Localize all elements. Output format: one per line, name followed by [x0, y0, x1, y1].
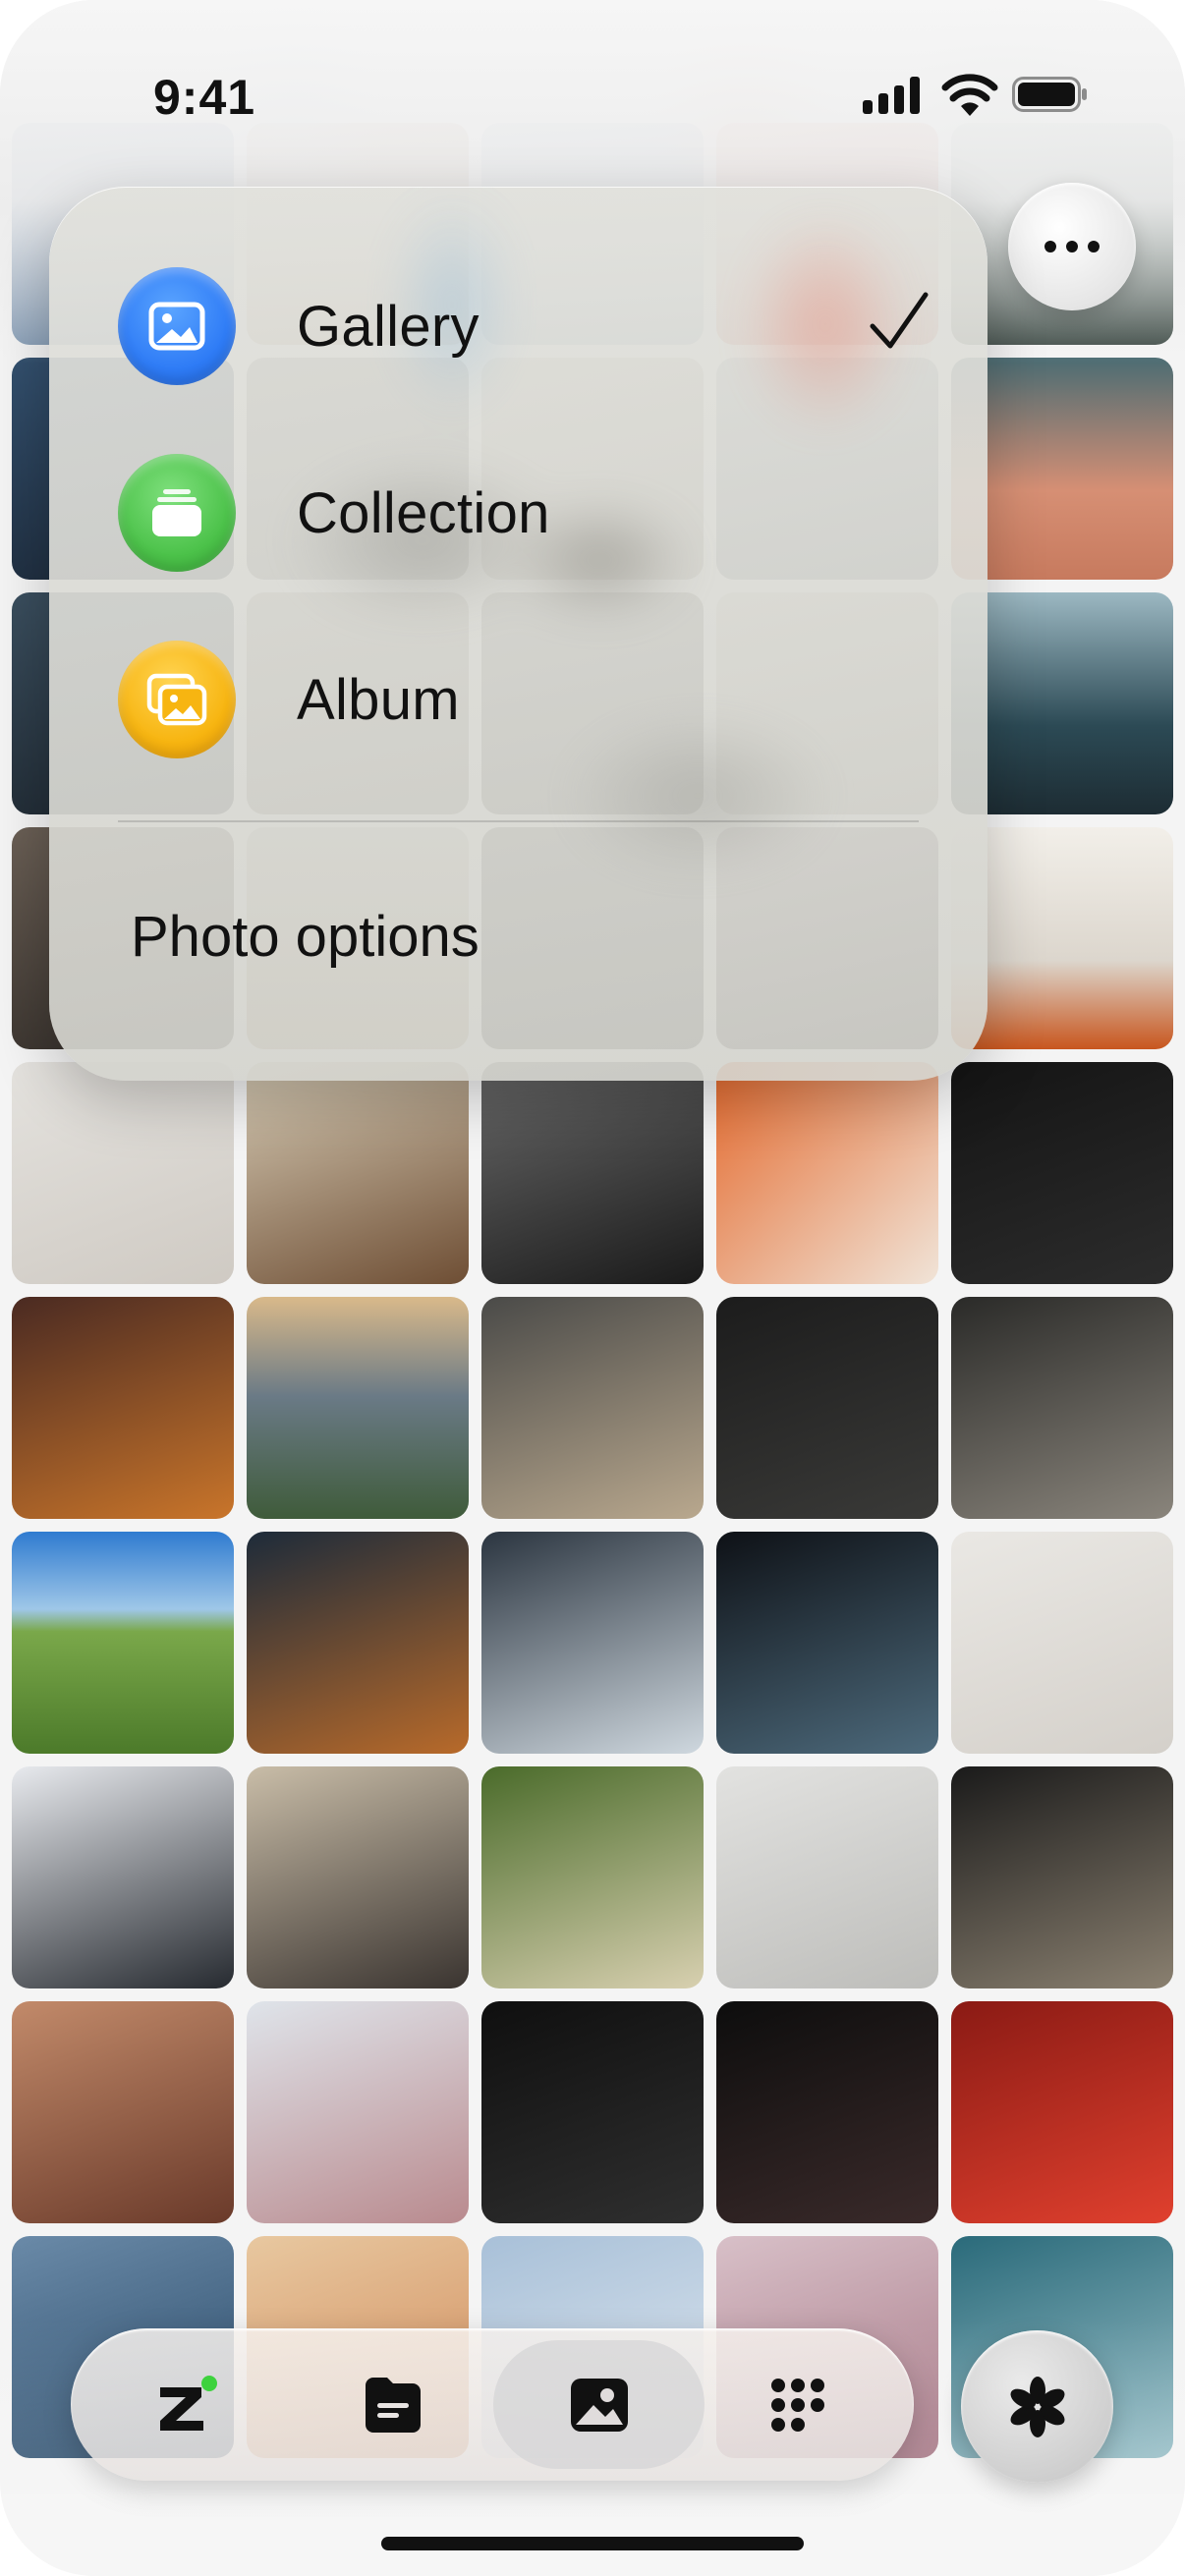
- collection-icon: [118, 454, 236, 572]
- photo-tile[interactable]: [716, 1532, 938, 1754]
- view-mode-menu: Gallery Collection Album Photo options: [49, 187, 988, 1081]
- gallery-icon: [118, 267, 236, 385]
- photo-tile[interactable]: [481, 1766, 704, 1988]
- flower-button[interactable]: [961, 2330, 1113, 2483]
- menu-item-label: Gallery: [297, 294, 480, 359]
- tab-photos[interactable]: [550, 2356, 649, 2454]
- flower-icon: [1010, 2376, 1064, 2437]
- photo-tile[interactable]: [12, 1062, 234, 1284]
- battery-icon: [1012, 77, 1087, 112]
- photo-tile[interactable]: [716, 1766, 938, 1988]
- status-bar: 9:41: [0, 0, 1185, 196]
- photo-tile[interactable]: [951, 1062, 1173, 1284]
- photo-options-item[interactable]: Photo options: [131, 904, 480, 970]
- tab-files[interactable]: [344, 2356, 442, 2454]
- menu-item-album[interactable]: Album: [118, 641, 933, 758]
- more-options-button[interactable]: [1008, 183, 1136, 310]
- menu-item-collection[interactable]: Collection: [118, 454, 933, 572]
- menu-divider: [118, 820, 919, 822]
- photo-tile[interactable]: [481, 2001, 704, 2223]
- tab-bar: [71, 2328, 914, 2481]
- grid-dots-icon: [771, 2379, 824, 2432]
- home-indicator: [381, 2537, 804, 2550]
- screen: 9:41 Gallery Collection Album Photo opti…: [0, 0, 1185, 2576]
- photo-tile[interactable]: [12, 2001, 234, 2223]
- photo-tile[interactable]: [12, 1766, 234, 1988]
- photo-icon: [571, 2379, 628, 2432]
- checkmark-icon: [870, 292, 929, 349]
- photo-tile[interactable]: [481, 1532, 704, 1754]
- cellular-signal-icon: [863, 77, 922, 114]
- photo-tile[interactable]: [247, 1062, 469, 1284]
- photo-tile[interactable]: [951, 1766, 1173, 1988]
- document-icon: [366, 2378, 421, 2433]
- tab-apps[interactable]: [749, 2356, 847, 2454]
- photo-tile[interactable]: [951, 1297, 1173, 1519]
- photo-tile[interactable]: [247, 2001, 469, 2223]
- photo-tile[interactable]: [716, 1297, 938, 1519]
- photo-tile[interactable]: [716, 1062, 938, 1284]
- menu-item-label: Collection: [297, 480, 550, 545]
- photo-tile[interactable]: [12, 1297, 234, 1519]
- photo-tile[interactable]: [716, 2001, 938, 2223]
- wifi-icon: [941, 74, 998, 116]
- menu-item-label: Album: [297, 667, 460, 732]
- photo-tile[interactable]: [951, 1532, 1173, 1754]
- photo-tile[interactable]: [247, 1766, 469, 1988]
- photo-tile[interactable]: [481, 1062, 704, 1284]
- z-logo-icon: [160, 2376, 217, 2431]
- photo-tile[interactable]: [481, 1297, 704, 1519]
- menu-item-gallery[interactable]: Gallery: [118, 267, 933, 385]
- photo-tile[interactable]: [951, 2001, 1173, 2223]
- photo-tile[interactable]: [247, 1297, 469, 1519]
- tab-z[interactable]: [138, 2356, 236, 2454]
- ellipsis-icon: [1044, 241, 1056, 252]
- album-icon: [118, 641, 236, 758]
- status-time: 9:41: [153, 70, 256, 125]
- photo-tile[interactable]: [247, 1532, 469, 1754]
- photo-tile[interactable]: [12, 1532, 234, 1754]
